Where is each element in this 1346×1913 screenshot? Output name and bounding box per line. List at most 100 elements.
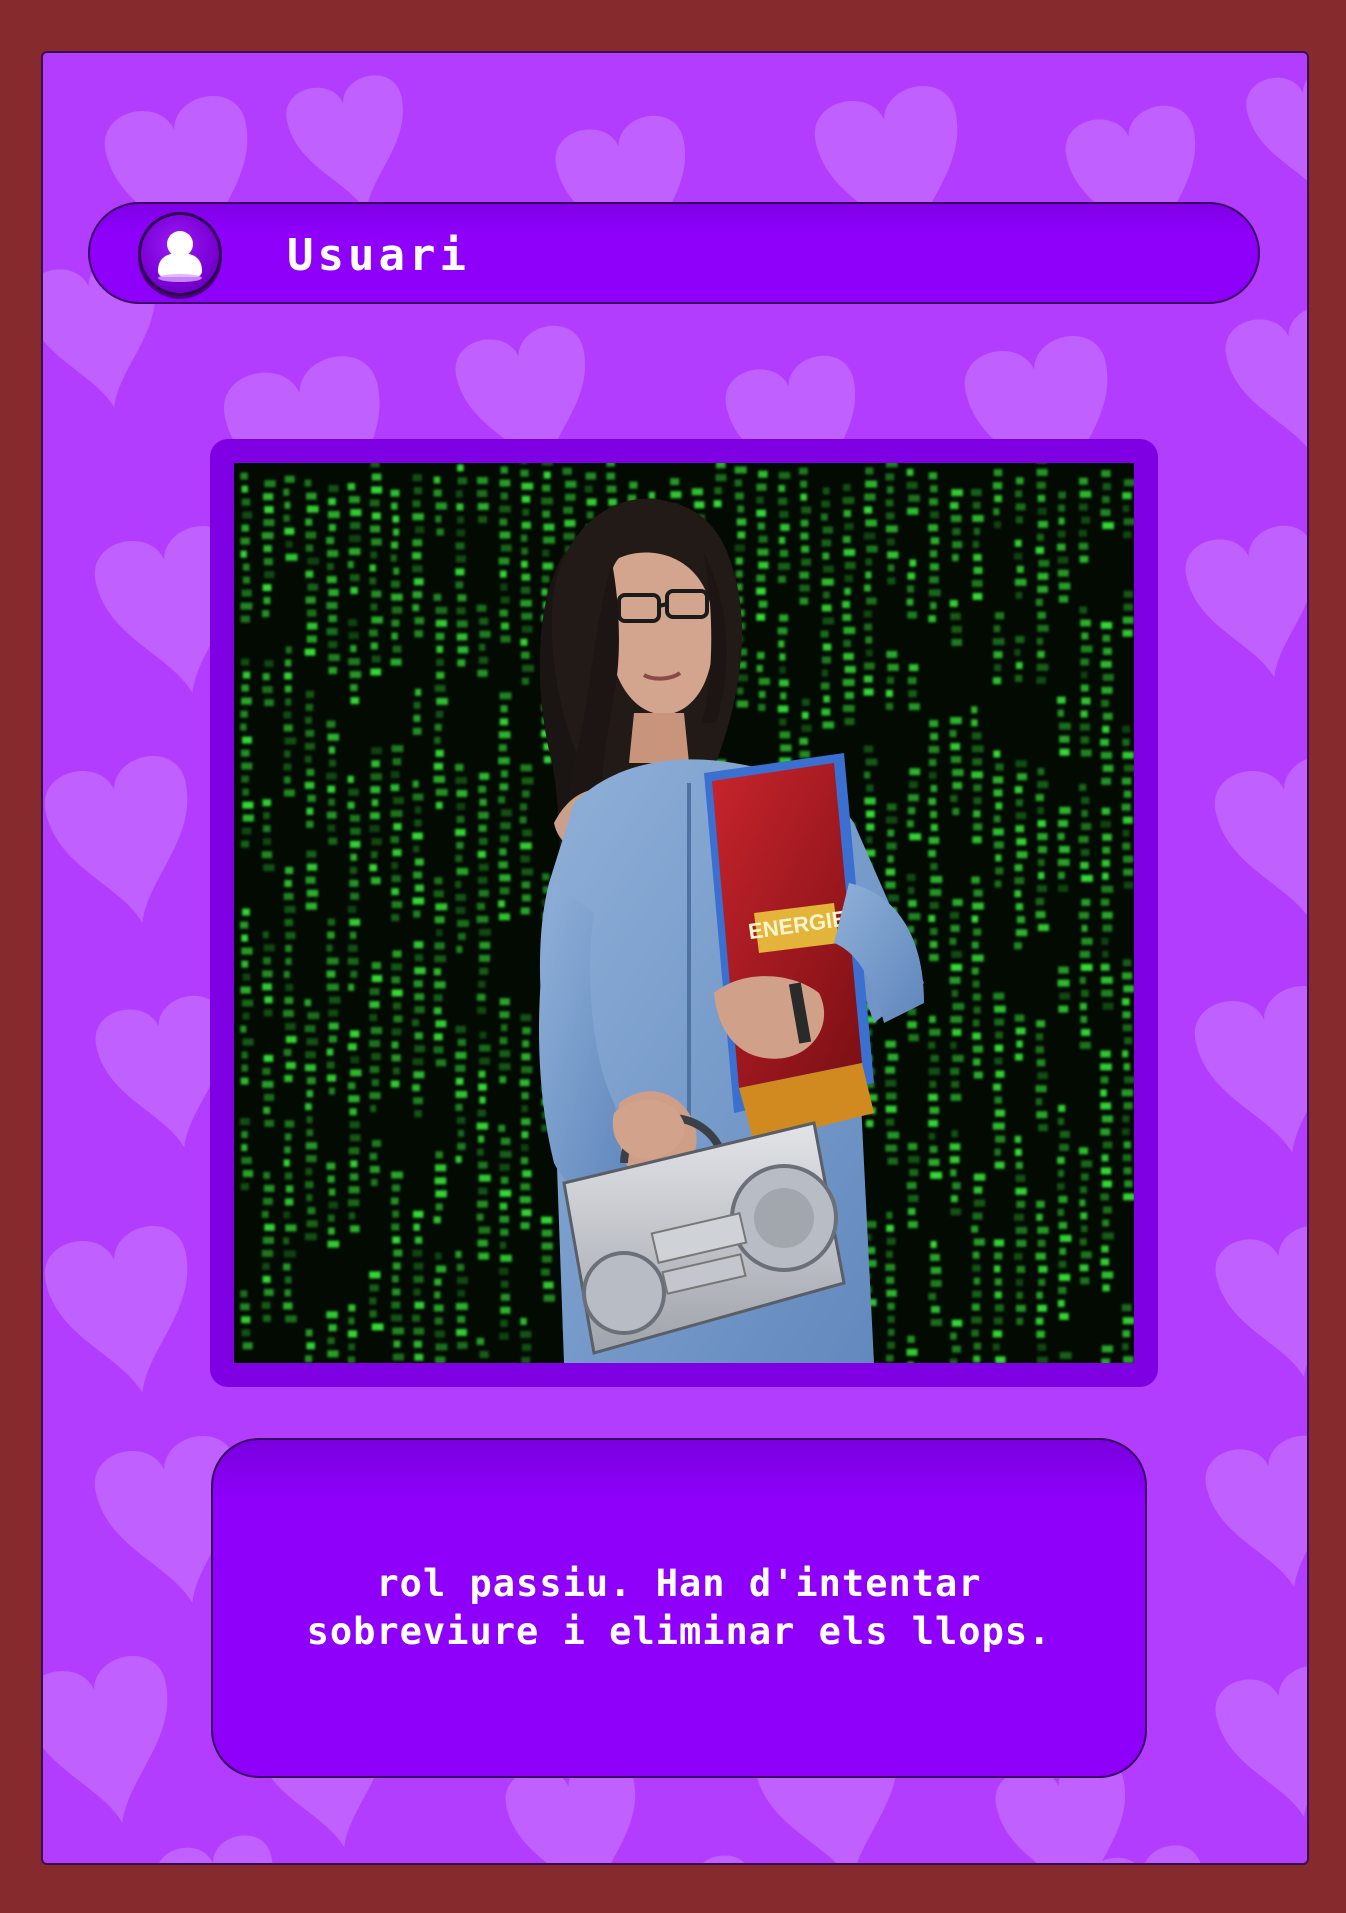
matrix-glyph <box>479 1096 486 1104</box>
matrix-glyph <box>455 1090 468 1098</box>
matrix-glyph <box>541 575 550 583</box>
matrix-glyph <box>779 614 789 622</box>
matrix-glyph <box>1037 768 1045 776</box>
matrix-glyph <box>498 900 505 908</box>
matrix-glyph <box>1123 1102 1133 1110</box>
matrix-glyph <box>263 1288 274 1296</box>
matrix-glyph <box>929 889 942 897</box>
matrix-glyph <box>799 584 810 592</box>
matrix-glyph <box>886 803 897 811</box>
matrix-glyph <box>328 615 337 623</box>
matrix-glyph <box>564 493 576 501</box>
matrix-glyph <box>907 585 914 593</box>
matrix-glyph <box>413 941 424 949</box>
matrix-glyph <box>1037 507 1047 515</box>
matrix-glyph <box>780 744 792 752</box>
matrix-glyph <box>306 1038 319 1046</box>
matrix-glyph <box>371 473 382 481</box>
matrix-glyph <box>433 762 443 770</box>
matrix-glyph <box>885 702 894 710</box>
matrix-glyph <box>1058 722 1071 730</box>
matrix-glyph <box>864 493 876 501</box>
matrix-glyph <box>242 576 251 584</box>
matrix-glyph <box>971 941 979 949</box>
matrix-glyph <box>414 1006 425 1014</box>
matrix-glyph <box>457 1276 469 1284</box>
matrix-glyph <box>1015 903 1024 911</box>
matrix-glyph <box>307 1012 320 1020</box>
heart-shape <box>1194 986 1307 1153</box>
matrix-glyph <box>284 905 296 913</box>
matrix-glyph <box>457 646 469 654</box>
matrix-glyph <box>479 1057 490 1065</box>
matrix-glyph <box>993 789 1003 797</box>
matrix-glyph <box>434 955 446 963</box>
matrix-glyph <box>992 1330 1003 1338</box>
matrix-glyph <box>1080 645 1093 653</box>
matrix-glyph <box>992 482 1003 490</box>
matrix-glyph <box>1037 1239 1046 1247</box>
matrix-glyph <box>1100 1128 1111 1136</box>
matrix-glyph <box>307 583 319 591</box>
matrix-glyph <box>413 487 422 495</box>
matrix-glyph <box>241 827 252 835</box>
matrix-glyph <box>994 1278 1002 1286</box>
matrix-glyph <box>412 897 425 905</box>
matrix-glyph <box>499 1050 511 1058</box>
matrix-glyph <box>949 1143 961 1151</box>
matrix-glyph <box>327 550 339 558</box>
matrix-glyph <box>758 600 768 608</box>
matrix-glyph <box>865 810 875 818</box>
matrix-glyph <box>520 1317 527 1325</box>
matrix-glyph <box>305 690 315 698</box>
matrix-glyph <box>1058 517 1065 525</box>
matrix-glyph <box>349 918 361 926</box>
matrix-glyph <box>972 514 984 522</box>
matrix-glyph <box>992 1343 1000 1351</box>
matrix-glyph <box>542 484 551 492</box>
matrix-glyph <box>520 599 532 607</box>
matrix-glyph <box>390 1080 400 1088</box>
matrix-glyph <box>304 1103 312 1111</box>
matrix-glyph <box>930 1279 942 1287</box>
matrix-glyph <box>263 1093 275 1101</box>
matrix-glyph <box>993 750 1001 758</box>
matrix-glyph <box>737 531 746 539</box>
matrix-glyph <box>886 676 895 684</box>
matrix-glyph <box>1058 966 1069 974</box>
matrix-glyph <box>371 1079 379 1087</box>
matrix-glyph <box>455 763 464 771</box>
matrix-glyph <box>930 863 938 871</box>
matrix-glyph <box>777 705 789 713</box>
matrix-glyph <box>347 483 356 491</box>
matrix-glyph <box>393 528 400 536</box>
matrix-glyph <box>778 575 786 583</box>
matrix-glyph <box>456 802 466 810</box>
matrix-glyph <box>393 567 400 575</box>
matrix-glyph <box>973 1006 981 1014</box>
matrix-glyph <box>885 499 894 507</box>
matrix-glyph <box>283 1009 294 1017</box>
matrix-glyph <box>264 996 273 1004</box>
matrix-glyph <box>240 1025 247 1033</box>
matrix-glyph <box>715 463 726 469</box>
matrix-glyph <box>349 522 361 530</box>
matrix-glyph <box>306 622 318 630</box>
matrix-glyph <box>412 1019 419 1027</box>
matrix-glyph <box>391 875 401 883</box>
matrix-glyph <box>520 534 528 542</box>
matrix-glyph <box>1036 676 1047 684</box>
matrix-glyph <box>1080 861 1089 869</box>
matrix-glyph <box>478 824 487 832</box>
matrix-glyph <box>885 525 898 533</box>
matrix-glyph <box>500 1306 511 1314</box>
matrix-glyph <box>327 824 336 832</box>
matrix-glyph <box>369 1284 379 1292</box>
matrix-glyph <box>842 678 855 686</box>
matrix-glyph <box>1058 884 1069 892</box>
matrix-glyph <box>950 1067 960 1075</box>
matrix-glyph <box>457 1038 466 1046</box>
matrix-glyph <box>1037 572 1049 580</box>
matrix-glyph <box>542 510 551 518</box>
character-photo: ENERGIE <box>234 463 1134 1363</box>
